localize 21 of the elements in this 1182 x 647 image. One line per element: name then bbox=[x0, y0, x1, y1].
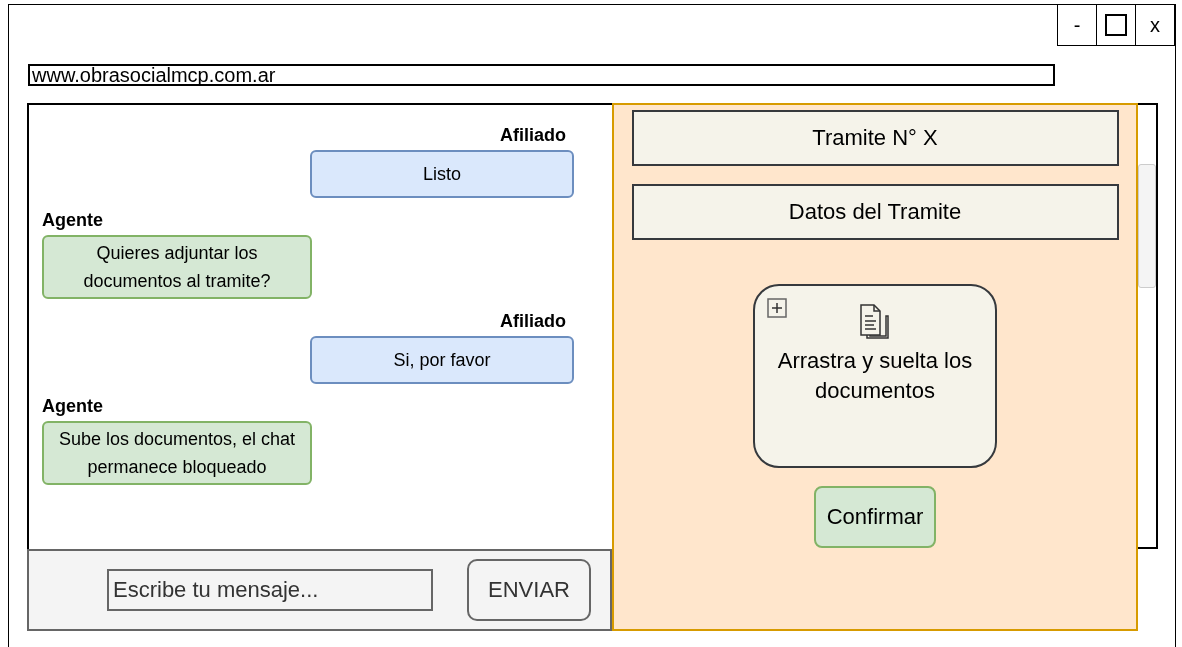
documents-icon bbox=[859, 304, 891, 342]
message-bubble: Listo bbox=[310, 150, 574, 198]
plus-icon bbox=[767, 298, 787, 318]
message-bubble: Quieres adjuntar los documentos al tramite? bbox=[42, 235, 312, 299]
details-section[interactable]: Datos del Tramite bbox=[631, 184, 1119, 240]
message-bubble: Sube los documentos, el chat permanece bloqueado bbox=[42, 421, 312, 485]
address-bar[interactable]: www.obrasocialmcp.com.ar bbox=[28, 64, 1055, 86]
drop-zone[interactable]: Arrastra y suelta los documentos bbox=[753, 284, 997, 468]
sender-label: Afiliado bbox=[500, 311, 566, 332]
minimize-button[interactable]: - bbox=[1057, 5, 1097, 46]
message-input[interactable]: Escribe tu mensaje... bbox=[107, 569, 433, 611]
sender-label: Agente bbox=[42, 396, 103, 417]
send-button[interactable]: ENVIAR bbox=[467, 559, 591, 621]
close-button[interactable]: x bbox=[1135, 5, 1175, 46]
dropzone-text: Arrastra y suelta los documentos bbox=[776, 347, 974, 405]
message-bubble: Si, por favor bbox=[310, 336, 574, 384]
sender-label: Afiliado bbox=[500, 125, 566, 146]
confirm-button[interactable]: Confirmar bbox=[814, 486, 936, 548]
panel-title: Tramite N° X bbox=[631, 110, 1119, 166]
scrollbar-thumb[interactable] bbox=[1138, 164, 1156, 288]
sender-label: Agente bbox=[42, 210, 103, 231]
